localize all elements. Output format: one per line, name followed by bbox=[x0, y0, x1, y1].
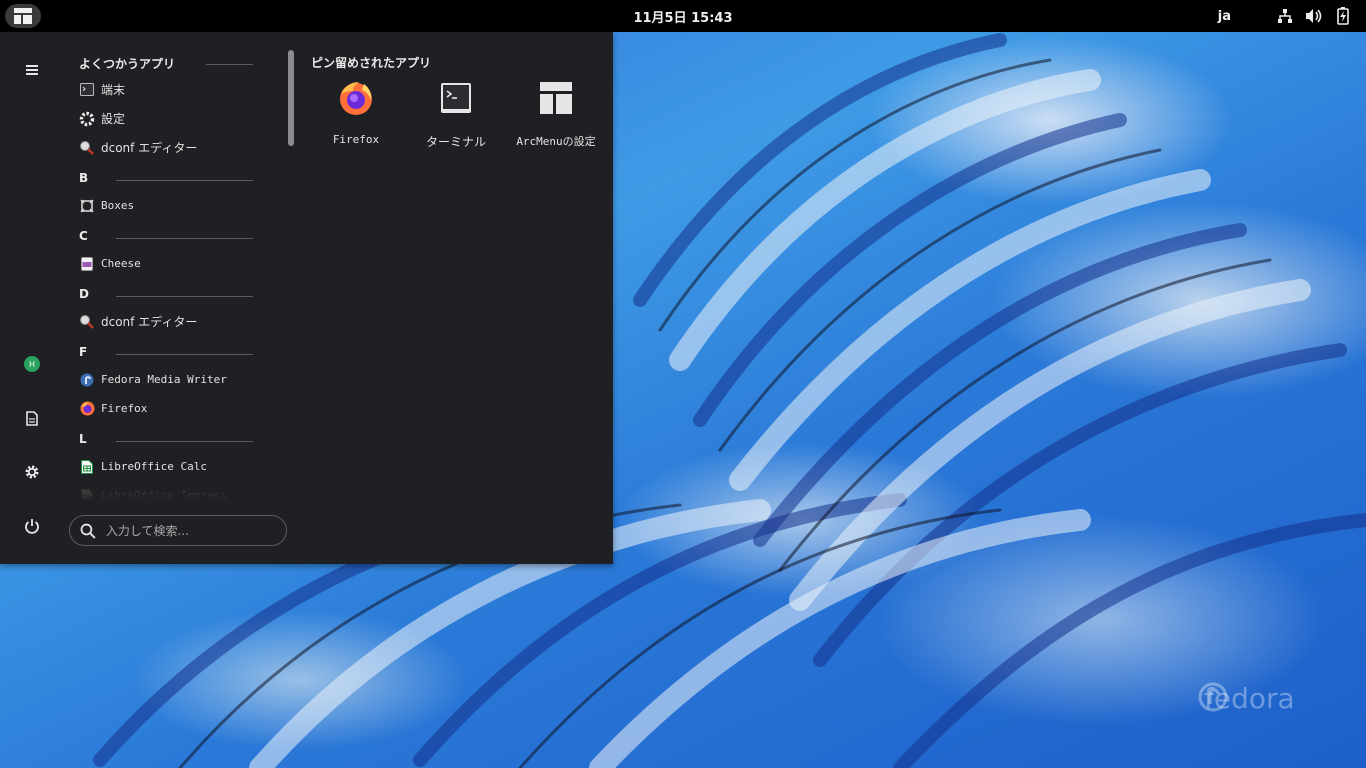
section-divider bbox=[206, 64, 253, 65]
firefox-icon bbox=[338, 80, 374, 116]
volume-icon[interactable] bbox=[1305, 7, 1323, 25]
hamburger-menu-icon bbox=[26, 65, 38, 75]
fedora-logo-icon bbox=[1198, 682, 1228, 712]
power-icon bbox=[25, 519, 39, 534]
settings-icon bbox=[79, 111, 95, 127]
section-header-c: C bbox=[68, 220, 278, 249]
cheese-icon bbox=[79, 256, 95, 272]
arcmenu-icon bbox=[14, 8, 32, 24]
menu-sidebar: H bbox=[0, 32, 64, 564]
section-label: よくつかうアプリ bbox=[79, 57, 176, 71]
user-avatar-icon: H bbox=[24, 356, 40, 372]
system-tray[interactable]: ja bbox=[1218, 0, 1352, 32]
libreoffice-calc-icon bbox=[79, 459, 95, 475]
fedora-watermark: fedora bbox=[1198, 682, 1295, 715]
app-label: 設定 bbox=[101, 112, 126, 126]
section-label: C bbox=[79, 229, 88, 243]
section-divider bbox=[116, 354, 253, 355]
firefox-icon bbox=[79, 401, 95, 417]
dconf-editor-icon bbox=[79, 140, 95, 156]
boxes-icon bbox=[79, 198, 95, 214]
app-label: dconf エディター bbox=[101, 141, 198, 155]
pinned-app-label: ターミナル bbox=[425, 135, 486, 149]
app-label: LibreOffice Calc bbox=[101, 460, 207, 473]
svg-text:H: H bbox=[29, 360, 35, 369]
all-apps-list[interactable]: よくつかうアプリ 端末 設定 dconf エディター B Boxes C Che… bbox=[68, 46, 278, 500]
app-item-firefox[interactable]: Firefox bbox=[68, 394, 278, 423]
battery-charging-icon[interactable] bbox=[1334, 7, 1352, 25]
pinned-apps-title: ピン留めされたアプリ bbox=[311, 56, 432, 70]
pinned-app-label: ArcMenuの設定 bbox=[516, 135, 596, 148]
hamburger-menu-button[interactable] bbox=[18, 56, 46, 84]
section-label: B bbox=[79, 171, 89, 185]
app-item-libreoffice-impress[interactable]: LibreOffice Impress bbox=[68, 481, 278, 500]
app-label: dconf エディター bbox=[101, 315, 198, 329]
arcmenu-panel: H よくつかうアプリ 端末 設定 dconf エディター B Boxes C C… bbox=[0, 32, 613, 564]
app-item-cheese[interactable]: Cheese bbox=[68, 249, 278, 278]
documents-icon bbox=[26, 410, 38, 426]
fedora-media-writer-icon bbox=[79, 372, 95, 388]
documents-button[interactable] bbox=[18, 404, 46, 432]
arcmenu-settings-icon bbox=[538, 80, 574, 116]
pinned-app-label: Firefox bbox=[332, 133, 380, 146]
app-item-terminal[interactable]: 端末 bbox=[68, 75, 278, 104]
app-label: Cheese bbox=[101, 257, 141, 270]
pinned-app-terminal[interactable]: ターミナル bbox=[408, 78, 504, 154]
app-item-fedora-media-writer[interactable]: Fedora Media Writer bbox=[68, 365, 278, 394]
network-icon[interactable] bbox=[1276, 7, 1294, 25]
app-list-scrollbar[interactable] bbox=[288, 50, 294, 146]
libreoffice-impress-icon bbox=[79, 488, 95, 500]
arcmenu-button[interactable] bbox=[5, 4, 41, 28]
section-divider bbox=[116, 296, 253, 297]
section-label: F bbox=[79, 345, 88, 359]
clock-date-time[interactable]: 11月5日 15:43 bbox=[0, 7, 1366, 26]
search-input[interactable] bbox=[103, 522, 276, 539]
dconf-editor-icon bbox=[79, 314, 95, 330]
section-header-frequent: よくつかうアプリ bbox=[68, 46, 278, 75]
user-avatar-button[interactable]: H bbox=[18, 350, 46, 378]
terminal-icon bbox=[438, 80, 474, 116]
section-label: L bbox=[79, 432, 87, 446]
clock-label[interactable]: 11月5日 15:43 bbox=[633, 11, 732, 26]
app-label: 端末 bbox=[101, 83, 126, 97]
section-header-b: B bbox=[68, 162, 278, 191]
app-label: Boxes bbox=[101, 199, 135, 212]
section-header-l: L bbox=[68, 423, 278, 452]
section-divider bbox=[116, 180, 253, 181]
app-label: LibreOffice Impress bbox=[101, 489, 227, 500]
app-item-boxes[interactable]: Boxes bbox=[68, 191, 278, 220]
app-item-libreoffice-calc[interactable]: LibreOffice Calc bbox=[68, 452, 278, 481]
app-item-dconf-editor[interactable]: dconf エディター bbox=[68, 133, 278, 162]
app-item-dconf-editor-2[interactable]: dconf エディター bbox=[68, 307, 278, 336]
app-label: Fedora Media Writer bbox=[101, 373, 227, 386]
top-bar: 11月5日 15:43 ja bbox=[0, 0, 1366, 32]
input-language-indicator[interactable]: ja bbox=[1218, 9, 1231, 24]
search-box[interactable] bbox=[69, 515, 287, 546]
settings-button[interactable] bbox=[18, 458, 46, 486]
settings-gear-icon bbox=[25, 465, 39, 479]
terminal-icon bbox=[79, 82, 95, 98]
section-divider bbox=[116, 441, 253, 442]
power-button[interactable] bbox=[18, 512, 46, 540]
pinned-app-arcmenu-settings[interactable]: ArcMenuの設定 bbox=[508, 78, 604, 154]
section-label: D bbox=[79, 287, 89, 301]
app-label: Firefox bbox=[101, 402, 148, 415]
section-header-f: F bbox=[68, 336, 278, 365]
pinned-app-firefox[interactable]: Firefox bbox=[308, 78, 404, 154]
search-icon bbox=[80, 523, 96, 539]
section-divider bbox=[116, 238, 253, 239]
app-item-settings[interactable]: 設定 bbox=[68, 104, 278, 133]
section-header-d: D bbox=[68, 278, 278, 307]
